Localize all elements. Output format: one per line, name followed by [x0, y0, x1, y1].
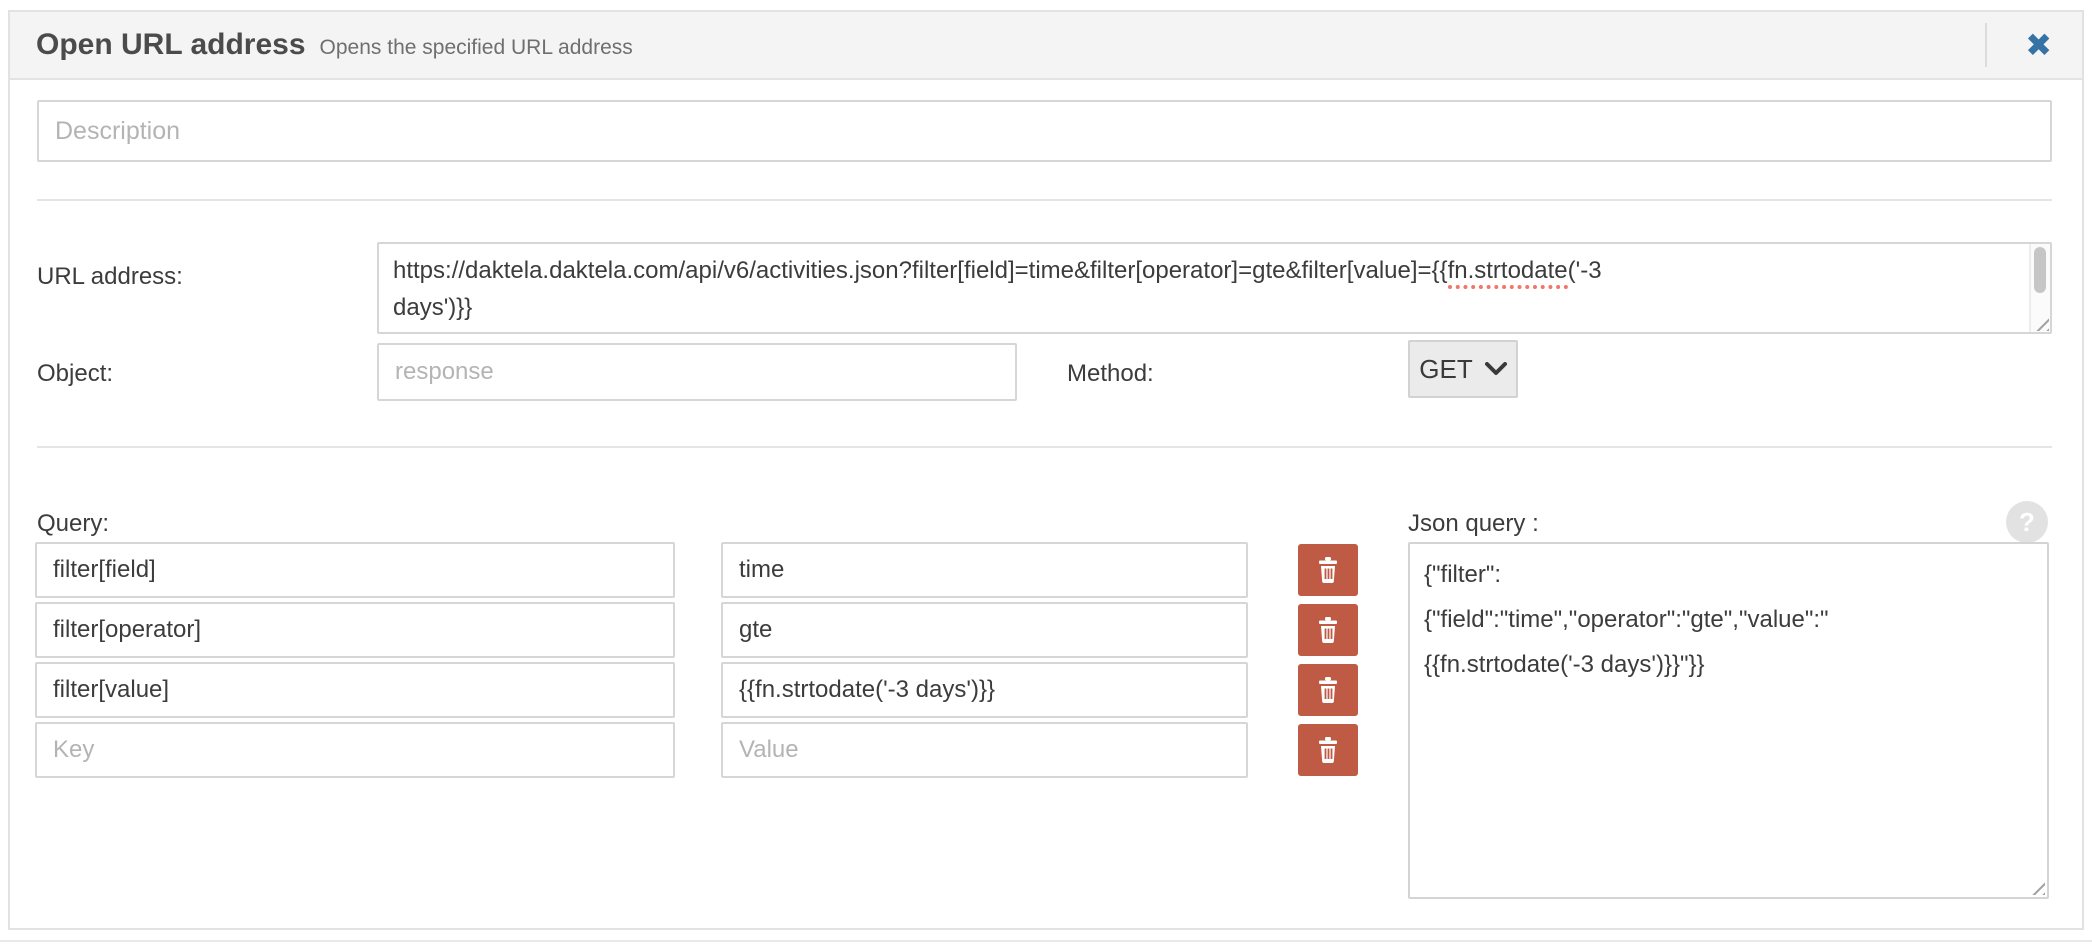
query-value-input[interactable]	[721, 542, 1248, 598]
open-url-dialog: Open URL address Opens the specified URL…	[8, 10, 2084, 930]
close-button[interactable]: ✖	[2025, 29, 2052, 61]
json-query-textarea[interactable]: {"filter": {"field":"time","operator":"g…	[1408, 542, 2049, 899]
trash-icon	[1317, 677, 1339, 704]
section-divider	[37, 446, 2052, 448]
page-title: Open URL address	[36, 28, 306, 62]
url-text-spellcheck-flagged: fn.strtodate	[1448, 257, 1568, 289]
url-address-label: URL address:	[37, 263, 183, 291]
query-key-input[interactable]	[35, 662, 675, 718]
question-mark-icon: ?	[2019, 507, 2035, 538]
help-button[interactable]: ?	[2006, 501, 2048, 543]
url-scrollbar-thumb[interactable]	[2034, 247, 2046, 293]
header-divider	[1985, 23, 1987, 67]
query-value-input[interactable]	[721, 602, 1248, 658]
query-label: Query:	[37, 510, 109, 538]
section-divider	[37, 199, 2052, 201]
url-text-line2: days')}}	[393, 294, 472, 321]
delete-row-button[interactable]	[1298, 544, 1358, 596]
query-key-input[interactable]	[35, 722, 675, 778]
delete-row-button[interactable]	[1298, 604, 1358, 656]
json-query-label: Json query :	[1408, 510, 1539, 538]
query-value-input[interactable]	[721, 722, 1248, 778]
dialog-header: Open URL address Opens the specified URL…	[10, 12, 2082, 80]
description-input[interactable]	[37, 100, 2052, 162]
url-text-line1-end: ('-3	[1568, 257, 1602, 284]
object-label: Object:	[37, 360, 113, 388]
query-key-input[interactable]	[35, 542, 675, 598]
trash-icon	[1317, 737, 1339, 764]
query-value-input[interactable]	[721, 662, 1248, 718]
page-bottom-rule	[0, 940, 2092, 942]
chevron-down-icon	[1485, 362, 1507, 376]
delete-row-button[interactable]	[1298, 724, 1358, 776]
object-input[interactable]	[377, 343, 1017, 401]
delete-row-button[interactable]	[1298, 664, 1358, 716]
dialog-title-group: Open URL address Opens the specified URL…	[36, 28, 633, 62]
method-select[interactable]: GET	[1408, 340, 1518, 398]
trash-icon	[1317, 617, 1339, 644]
dialog-subtitle: Opens the specified URL address	[320, 36, 633, 60]
query-key-input[interactable]	[35, 602, 675, 658]
trash-icon	[1317, 557, 1339, 584]
method-selected-value: GET	[1419, 354, 1472, 385]
url-address-textarea[interactable]: https://daktela.daktela.com/api/v6/activ…	[377, 242, 2052, 334]
method-label: Method:	[1067, 360, 1154, 388]
url-text-prefix: https://daktela.daktela.com/api/v6/activ…	[393, 257, 1448, 284]
close-icon: ✖	[2025, 26, 2052, 64]
